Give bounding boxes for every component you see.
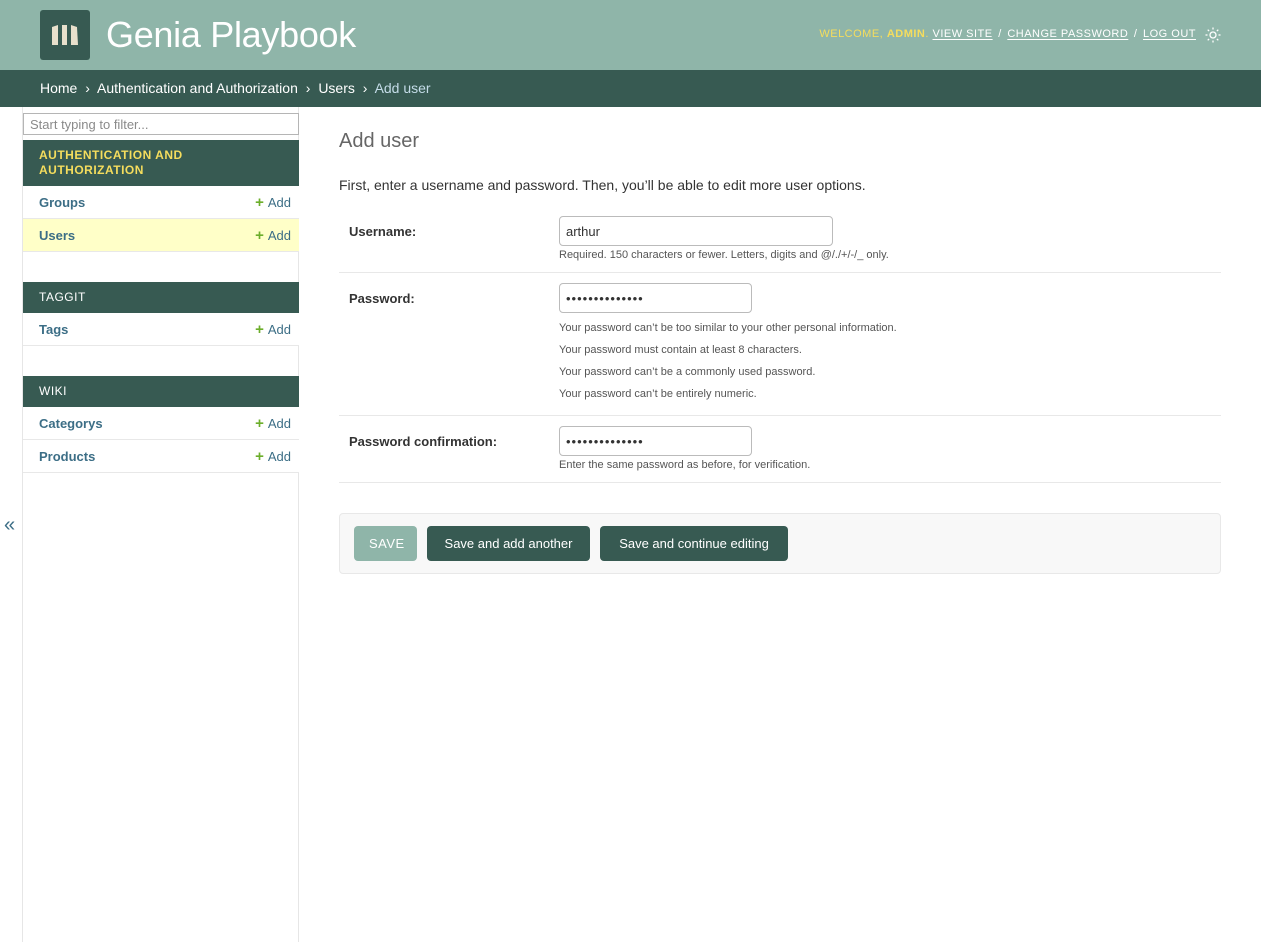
sidebar-item-label[interactable]: Tags (39, 322, 68, 337)
sidebar-item-products[interactable]: Products + Add (23, 440, 299, 473)
sidebar-item-label[interactable]: Users (39, 228, 75, 243)
username-field[interactable] (559, 216, 833, 246)
sidebar-item-groups[interactable]: Groups + Add (23, 186, 299, 219)
sun-icon[interactable] (1205, 27, 1221, 43)
module-caption-taggit[interactable]: Taggit (23, 282, 299, 313)
breadcrumb: Home › Authentication and Authorization … (0, 70, 1261, 107)
add-users-button[interactable]: + Add (255, 228, 291, 243)
collapse-sidebar-icon[interactable]: « (4, 515, 15, 535)
plus-icon: + (255, 415, 264, 432)
password-row: Password: Your password can’t be too sim… (339, 273, 1221, 416)
username: ADMIN (886, 28, 926, 40)
sidebar-item-label[interactable]: Products (39, 449, 95, 464)
password-confirmation-row: Password confirmation: Enter the same pa… (339, 416, 1221, 483)
sidebar: Authentication and Authorization Groups … (22, 107, 299, 942)
user-tools: WELCOME, ADMIN. VIEW SITE / CHANGE PASSW… (819, 28, 1196, 40)
change-password-link[interactable]: CHANGE PASSWORD (1007, 28, 1128, 40)
plus-icon: + (255, 448, 264, 465)
sidebar-item-label[interactable]: Groups (39, 195, 85, 210)
password-help-item: Your password can’t be too similar to yo… (559, 322, 897, 334)
module-auth: Authentication and Authorization Groups … (23, 140, 299, 252)
module-wiki: Wiki Categorys + Add Products + Add (23, 376, 299, 473)
password-help-item: Your password can’t be entirely numeric. (559, 388, 757, 400)
username-row: Username: Required. 150 characters or fe… (339, 207, 1221, 273)
page-title: Add user (339, 130, 420, 152)
save-and-continue-button[interactable]: Save and continue editing (600, 526, 788, 561)
add-tags-button[interactable]: + Add (255, 322, 291, 337)
username-label: Username: (349, 224, 417, 239)
sidebar-item-tags[interactable]: Tags + Add (23, 313, 299, 346)
logo-icon[interactable] (40, 10, 90, 60)
password-help-item: Your password must contain at least 8 ch… (559, 344, 802, 356)
view-site-link[interactable]: VIEW SITE (933, 28, 993, 40)
password-confirmation-field[interactable] (559, 426, 752, 456)
header: Genia Playbook WELCOME, ADMIN. VIEW SITE… (0, 0, 1261, 70)
breadcrumb-current: Add user (374, 80, 431, 96)
sidebar-filter-input[interactable] (23, 113, 299, 135)
breadcrumb-auth[interactable]: Authentication and Authorization (97, 80, 298, 96)
password-field[interactable] (559, 283, 752, 313)
intro-text: First, enter a username and password. Th… (339, 177, 866, 193)
breadcrumb-users[interactable]: Users (318, 80, 355, 96)
site-brand[interactable]: Genia Playbook (106, 14, 356, 56)
username-help: Required. 150 characters or fewer. Lette… (559, 249, 889, 261)
sidebar-item-categorys[interactable]: Categorys + Add (23, 407, 299, 440)
save-and-add-another-button[interactable]: Save and add another (427, 526, 590, 561)
add-products-button[interactable]: + Add (255, 449, 291, 464)
password-help-item: Your password can’t be a commonly used p… (559, 366, 816, 378)
submit-row: SAVE Save and add another Save and conti… (339, 513, 1221, 574)
plus-icon: + (255, 321, 264, 338)
add-categorys-button[interactable]: + Add (255, 416, 291, 431)
welcome-text: WELCOME, (819, 28, 884, 40)
password-label: Password: (349, 291, 415, 306)
password-confirmation-help: Enter the same password as before, for v… (559, 459, 811, 471)
log-out-link[interactable]: LOG OUT (1143, 28, 1196, 40)
module-caption-auth[interactable]: Authentication and Authorization (23, 140, 299, 186)
save-button[interactable]: SAVE (354, 526, 417, 561)
sidebar-item-users[interactable]: Users + Add (23, 219, 299, 252)
sidebar-item-label[interactable]: Categorys (39, 416, 103, 431)
add-groups-button[interactable]: + Add (255, 195, 291, 210)
module-caption-wiki[interactable]: Wiki (23, 376, 299, 407)
plus-icon: + (255, 194, 264, 211)
module-taggit: Taggit Tags + Add (23, 282, 299, 346)
password-confirmation-label: Password confirmation: (349, 434, 498, 449)
breadcrumb-home[interactable]: Home (40, 80, 77, 96)
plus-icon: + (255, 227, 264, 244)
